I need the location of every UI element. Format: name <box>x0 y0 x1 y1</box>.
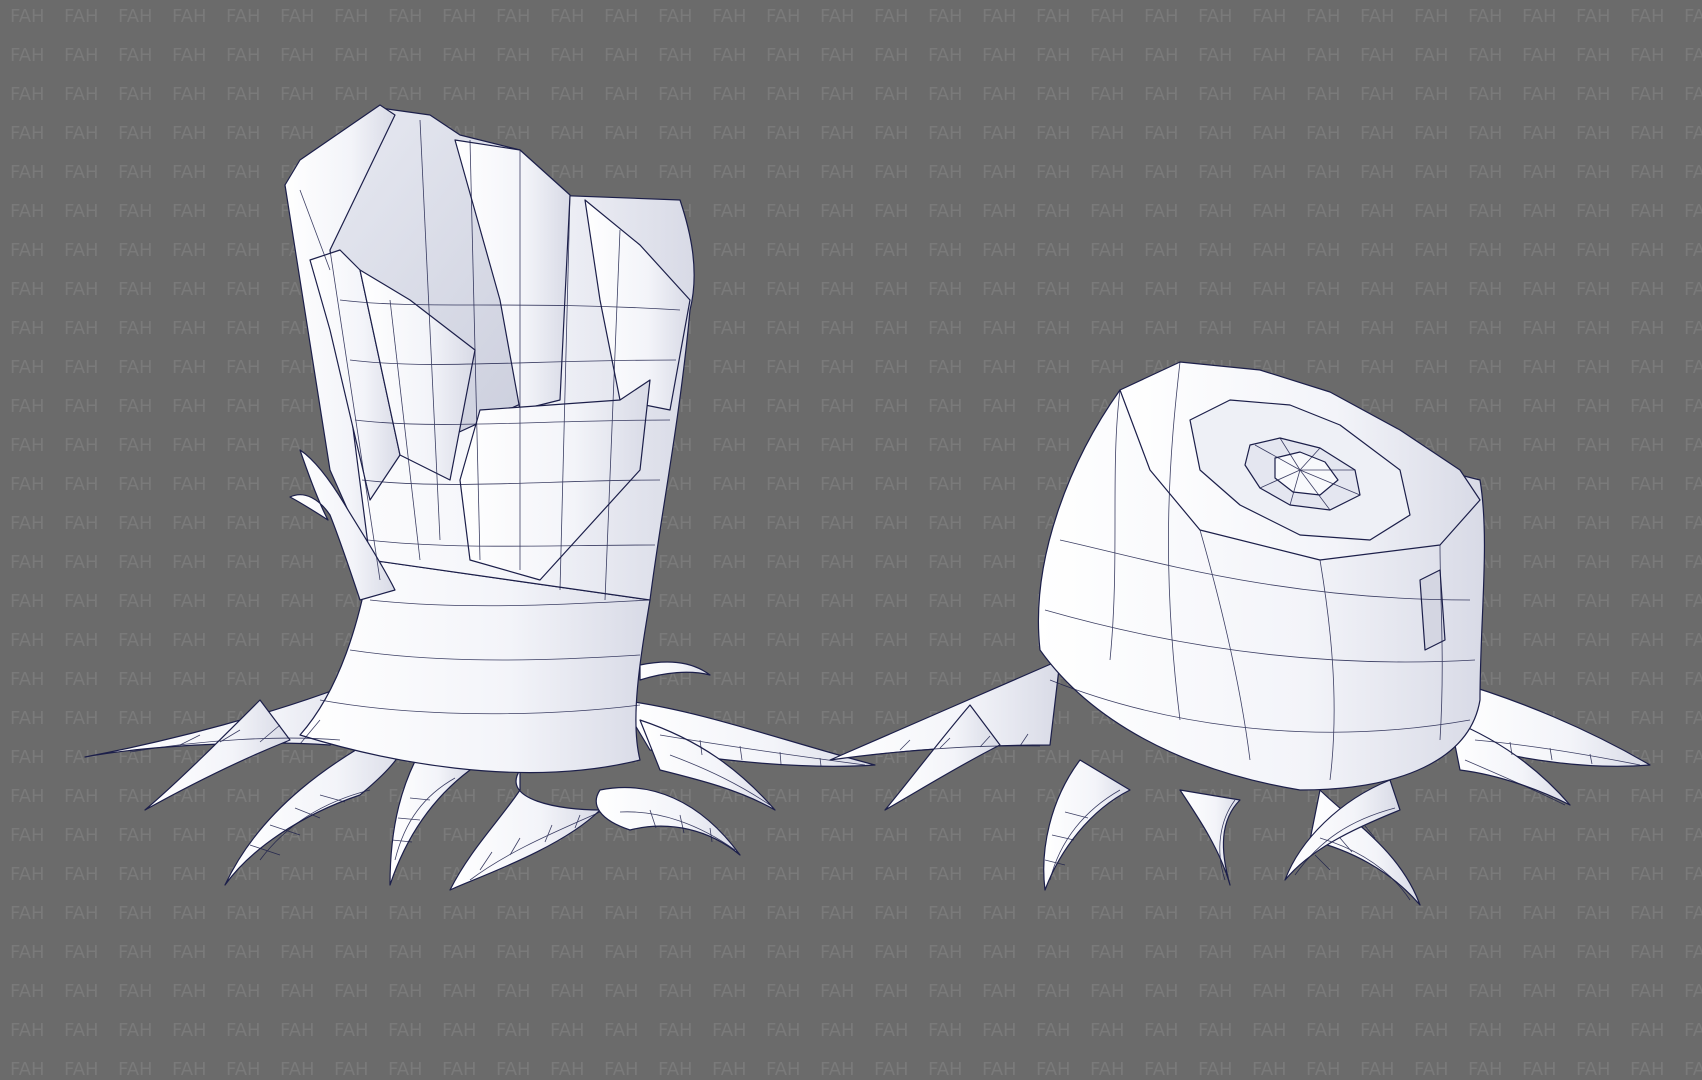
root-front-mid <box>1179 789 1241 886</box>
scene <box>84 104 1651 906</box>
root-left-low <box>144 699 291 811</box>
cut-tree-stump-model[interactable] <box>829 361 1651 906</box>
3d-viewport[interactable]: FAH FAH FAH FAH FAH FAH FAH FAH FAH FAH FAH FAH FAH F… <box>0 0 1702 1080</box>
root-back-right <box>639 661 711 681</box>
root-front-left <box>1043 759 1131 891</box>
root-front-curl <box>595 786 741 856</box>
root-front-right <box>449 769 601 891</box>
broken-tree-stump-model[interactable] <box>84 104 876 891</box>
